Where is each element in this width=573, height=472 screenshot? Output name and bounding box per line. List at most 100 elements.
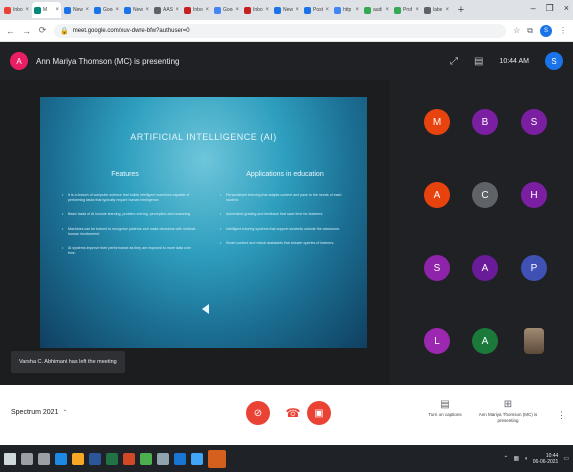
more-options-icon[interactable]: ⋮ [557, 410, 566, 421]
camera-toggle-button[interactable]: ▣ [307, 401, 331, 425]
participant-tile[interactable]: L [411, 311, 463, 371]
participant-tile[interactable] [508, 311, 560, 371]
browser-tab[interactable]: audi × [362, 2, 391, 18]
meeting-name: Spectrum 2021 [11, 409, 59, 416]
back-icon[interactable]: ← [6, 26, 15, 36]
network-icon[interactable]: ▦ [513, 455, 519, 462]
forward-icon[interactable]: → [22, 26, 31, 36]
layout-icon[interactable]: ⤢ [450, 56, 458, 67]
taskbar-taskview-icon[interactable] [38, 452, 50, 465]
taskbar-chrome-icon[interactable] [140, 452, 152, 465]
taskbar-search-icon[interactable] [21, 452, 33, 465]
present-screen-icon: ⊞ [503, 399, 513, 410]
tab-favicon-icon [34, 6, 41, 14]
browser-tab[interactable]: Goog× [92, 2, 121, 18]
reload-icon[interactable]: ⟳ [38, 25, 47, 36]
browser-tab[interactable]: Inbo × [182, 2, 211, 18]
tab-title: Inbo [13, 7, 23, 13]
self-avatar[interactable]: S [545, 52, 563, 70]
minimize-button[interactable]: – [531, 3, 536, 14]
browser-tab[interactable]: Inbo × [2, 2, 31, 18]
participant-tile[interactable]: A [459, 238, 511, 298]
participant-avatar: B [472, 109, 498, 135]
captions-icon: ▤ [440, 399, 450, 410]
profile-avatar[interactable]: S [540, 24, 552, 37]
close-window-button[interactable]: × [564, 3, 569, 14]
captions-button[interactable]: ▤ Turn on captions [418, 399, 472, 418]
tab-close-icon[interactable]: × [415, 7, 419, 13]
tab-close-icon[interactable]: × [55, 7, 59, 13]
browser-tab[interactable]: Prof × [392, 2, 421, 18]
taskbar-settings-icon[interactable] [157, 452, 169, 465]
chevron-down-icon: ⌃ [62, 410, 68, 416]
browser-menu-icon[interactable]: ⋮ [559, 26, 567, 35]
presenting-button[interactable]: ⊞ Ann Mariya Thomson (MC) is presenting [477, 399, 539, 423]
extensions-icon[interactable]: ⧉ [527, 26, 533, 36]
tab-close-icon[interactable]: × [175, 7, 179, 13]
tab-close-icon[interactable]: × [235, 7, 239, 13]
tab-close-icon[interactable]: × [385, 7, 389, 13]
slide-prev-arrow-icon[interactable] [202, 304, 209, 314]
taskbar-excel-icon[interactable] [106, 452, 118, 465]
window-controls: – ❐ × [531, 3, 569, 14]
taskbar-windows-icon[interactable] [4, 452, 16, 465]
browser-tab[interactable]: New × [62, 2, 91, 18]
taskbar-explorer-icon[interactable] [72, 452, 84, 465]
slide-column-applications-title: Applications in education [246, 171, 324, 178]
participant-tile[interactable]: C [459, 165, 511, 225]
tray-chevron-icon[interactable]: ⌃ [503, 455, 508, 462]
tab-favicon-icon [214, 6, 221, 14]
leave-call-button[interactable]: ☎ [281, 401, 305, 425]
taskbar-mail-icon[interactable] [174, 452, 186, 465]
tab-close-icon[interactable]: × [205, 7, 209, 13]
browser-tab[interactable]: New × [272, 2, 301, 18]
tab-title: New [133, 7, 144, 13]
participant-tile[interactable]: S [508, 92, 560, 152]
tab-close-icon[interactable]: × [25, 7, 29, 13]
participant-avatar: L [424, 328, 450, 354]
taskbar-active-app-icon[interactable] [208, 449, 226, 468]
mic-toggle-button[interactable]: ⊘ [246, 401, 270, 425]
volume-icon[interactable]: ◖ [524, 456, 528, 462]
tab-close-icon[interactable]: × [295, 7, 299, 13]
browser-tab[interactable]: labe × [422, 2, 451, 18]
browser-tab[interactable]: Post × [302, 2, 331, 18]
taskbar-store-icon[interactable] [191, 452, 203, 465]
participant-tile[interactable]: B [459, 92, 511, 152]
meeting-details-button[interactable]: Spectrum 2021 ⌃ [11, 409, 68, 416]
tab-title: Goog [103, 7, 113, 13]
presentation-slide: ARTIFICIAL INTELLIGENCE (AI) Features Ap… [40, 97, 367, 348]
browser-tab[interactable]: M × [32, 2, 61, 18]
star-icon[interactable]: ☆ [513, 26, 520, 35]
tab-close-icon[interactable]: × [115, 7, 119, 13]
participant-tile[interactable]: S [411, 238, 463, 298]
browser-tab[interactable]: Inbo × [242, 2, 271, 18]
tray-clock[interactable]: 10:44 06-06-2021 [533, 453, 559, 465]
tab-close-icon[interactable]: × [85, 7, 89, 13]
participant-tile[interactable]: A [411, 165, 463, 225]
tab-favicon-icon [184, 6, 191, 14]
notifications-icon[interactable]: ▭ [563, 455, 569, 462]
browser-tab[interactable]: New × [122, 2, 151, 18]
maximize-button[interactable]: ❐ [546, 3, 554, 14]
tab-close-icon[interactable]: × [325, 7, 329, 13]
tab-close-icon[interactable]: × [355, 7, 359, 13]
participant-tile[interactable]: A [459, 311, 511, 371]
new-tab-button[interactable]: + [455, 4, 467, 16]
tab-title: New [283, 7, 294, 13]
browser-tab[interactable]: AAST× [152, 2, 181, 18]
taskbar-edge-icon[interactable] [55, 452, 67, 465]
taskbar-word-icon[interactable] [89, 452, 101, 465]
address-bar[interactable]: 🔒 meet.google.com/xuv-dwre-bfw?authuser=… [54, 23, 507, 38]
participant-tile[interactable]: P [508, 238, 560, 298]
browser-tab[interactable]: Goog× [212, 2, 241, 18]
details-icon[interactable]: ▤ [474, 56, 483, 67]
tab-title: M [43, 7, 48, 13]
taskbar-powerpoint-icon[interactable] [123, 452, 135, 465]
participant-tile[interactable]: M [411, 92, 463, 152]
tab-close-icon[interactable]: × [445, 7, 449, 13]
tab-close-icon[interactable]: × [265, 7, 269, 13]
browser-tab[interactable]: http × [332, 2, 361, 18]
participant-tile[interactable]: H [508, 165, 560, 225]
tab-close-icon[interactable]: × [145, 7, 149, 13]
